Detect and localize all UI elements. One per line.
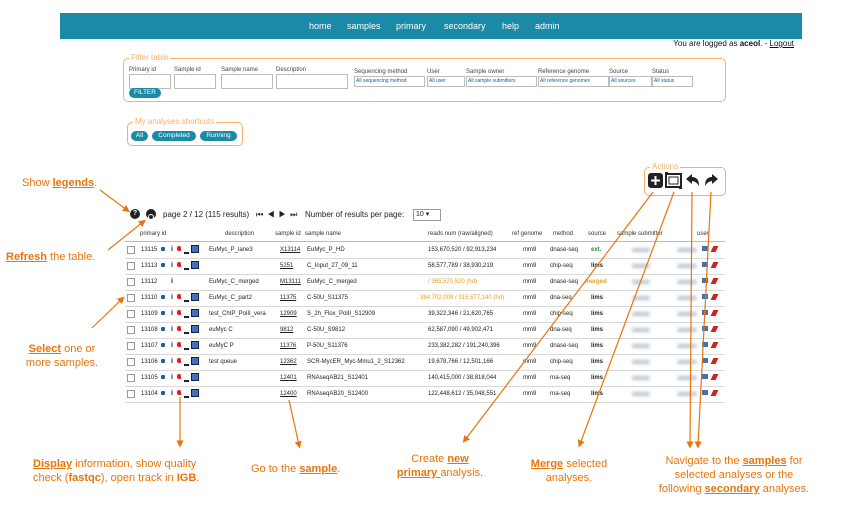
ann-legends-link: legends xyxy=(52,177,95,189)
ann-create-pre: Create xyxy=(411,453,448,465)
annotation-goto: Go to the sample. xyxy=(251,462,340,476)
annotation-merge: Merge selected analyses. xyxy=(519,457,619,485)
ann-display-fastqc: fastqc xyxy=(68,472,101,484)
ann-refresh-link: Refresh xyxy=(6,251,47,263)
ann-display-l2-pre: check ( xyxy=(33,472,69,484)
ann-display-post: information, show quality xyxy=(72,458,197,470)
annotation-navigate: Navigate to the samples for selected ana… xyxy=(634,454,834,496)
ann-select-line2: more samples. xyxy=(25,357,99,369)
ann-navigate-l3-pre: following xyxy=(658,483,705,495)
ann-display-l2-mid: ), open track in xyxy=(100,472,177,484)
ann-display-link: Display xyxy=(33,458,73,470)
ann-goto-pre: Go to the xyxy=(251,463,300,475)
ann-legends-pre: Show xyxy=(22,177,53,189)
ann-navigate-l3-post: analyses. xyxy=(759,483,810,495)
ann-display-igb: IGB xyxy=(176,472,197,484)
ann-create-l2-post: analysis. xyxy=(440,467,484,479)
annotation-select: Select one or more samples. xyxy=(17,342,107,370)
annotation-display: Display information, show quality check … xyxy=(33,457,199,485)
ann-merge-line2: analyses. xyxy=(545,472,593,484)
annotation-legends: Show legends. xyxy=(22,176,97,190)
ann-merge-link: Merge xyxy=(530,458,564,470)
annotation-arrows xyxy=(91,189,712,449)
ann-merge-post: selected xyxy=(563,458,608,470)
annotation-create: Create new primary analysis. xyxy=(385,452,495,480)
ann-select-post: one or xyxy=(61,343,96,355)
ann-navigate-l3-link: secondary xyxy=(704,483,760,495)
ann-navigate-post: for xyxy=(786,455,803,467)
ann-navigate-pre: Navigate to the xyxy=(665,455,743,467)
annotation-refresh: Refresh the table. xyxy=(6,250,95,264)
ann-goto-post: . xyxy=(337,463,341,475)
ann-display-l2-post: . xyxy=(196,472,200,484)
ann-refresh-post: the table. xyxy=(46,251,96,263)
ann-create-link: new xyxy=(447,453,469,465)
ann-select-link: Select xyxy=(28,343,62,355)
ann-goto-link: sample xyxy=(299,463,338,475)
ann-navigate-link: samples xyxy=(742,455,787,467)
ann-navigate-line2: selected analyses or the xyxy=(674,469,794,481)
ann-legends-post: . xyxy=(94,177,98,189)
ann-create-l2-link: primary xyxy=(396,467,441,479)
